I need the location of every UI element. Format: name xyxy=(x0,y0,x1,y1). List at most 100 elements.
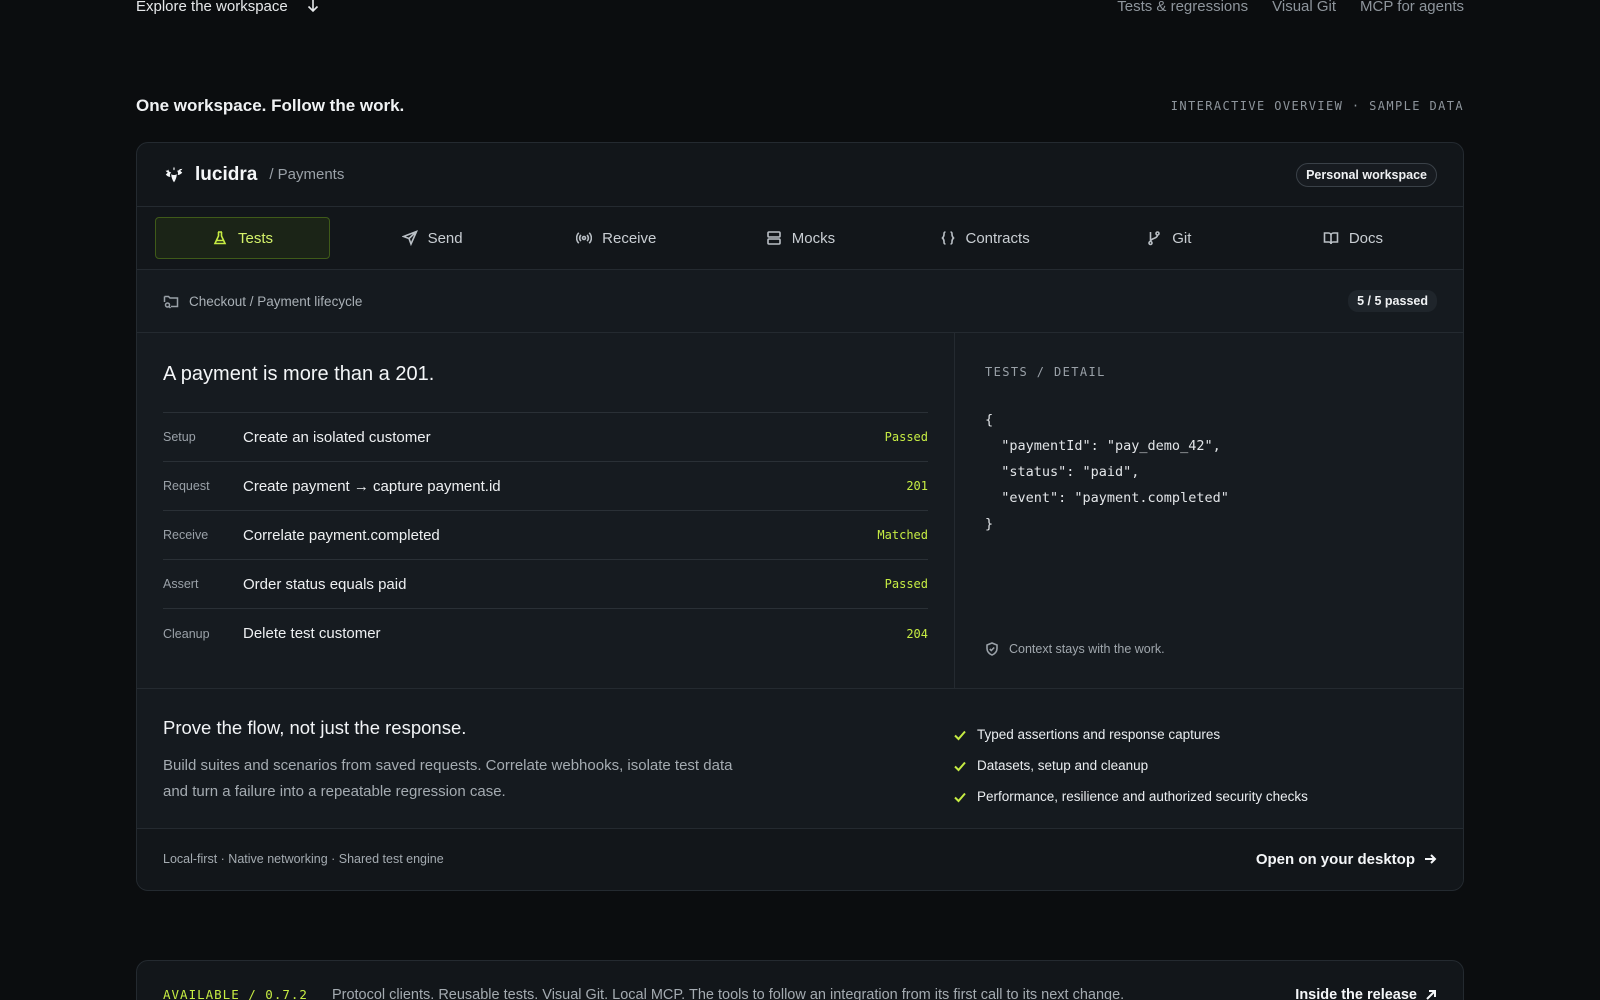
top-nav: Explore the workspace Tests & regression… xyxy=(136,0,1464,18)
section-heading: One workspace. Follow the work. INTERACT… xyxy=(136,96,1464,116)
release-link[interactable]: Inside the release xyxy=(1295,987,1437,1000)
step-text: Create payment → capture payment.id xyxy=(243,477,501,495)
workspace-badge[interactable]: Personal workspace xyxy=(1296,162,1437,187)
tab-git[interactable]: Git xyxy=(1077,217,1261,259)
lucidra-logo-icon xyxy=(165,166,183,182)
step-text: Delete test customer xyxy=(243,625,381,642)
arrow-right-icon xyxy=(1425,854,1437,864)
test-path-label: Checkout / Payment lifecycle xyxy=(189,293,363,309)
check-icon xyxy=(954,761,966,771)
brand-name: lucidra xyxy=(195,163,258,185)
flow-panel: A payment is more than a 201. Setup Crea… xyxy=(137,333,955,688)
release-banner: AVAILABLE / 0.7.2 Protocol clients. Reus… xyxy=(136,960,1464,1000)
step-kind: Setup xyxy=(163,430,196,444)
step-status: Passed xyxy=(884,430,928,444)
tab-receive-label: Receive xyxy=(602,229,657,247)
detail-label: TESTS / DETAIL xyxy=(985,365,1106,379)
tab-send-label: Send xyxy=(427,229,463,247)
step-kind: Cleanup xyxy=(163,626,210,641)
feature-list: Typed assertions and response captures D… xyxy=(953,717,1308,828)
tab-contracts-label: Contracts xyxy=(965,229,1030,247)
detail-panel: TESTS / DETAIL { "paymentId": "pay_demo_… xyxy=(955,333,1463,688)
section-tag: INTERACTIVE OVERVIEW · SAMPLE DATA xyxy=(1170,99,1464,113)
git-branch-icon xyxy=(1148,231,1160,246)
card-header: lucidra / Payments Personal workspace xyxy=(137,143,1463,207)
step-row[interactable]: Cleanup Delete test customer 204 xyxy=(163,609,928,658)
test-path[interactable]: Checkout / Payment lifecycle xyxy=(163,293,362,309)
test-body: A payment is more than a 201. Setup Crea… xyxy=(137,333,1463,689)
release-version: AVAILABLE / 0.7.2 xyxy=(163,987,308,1000)
context-note: Context stays with the work. xyxy=(985,642,1165,656)
tab-docs-label: Docs xyxy=(1348,229,1384,247)
tab-mocks[interactable]: Mocks xyxy=(708,217,892,259)
check-icon xyxy=(954,792,966,802)
step-kind: Assert xyxy=(163,577,199,591)
nav-link-visual-git[interactable]: Visual Git xyxy=(1272,0,1336,15)
prove-section: Prove the flow, not just the response. B… xyxy=(137,689,1463,829)
json-payload: { "paymentId": "pay_demo_42", "status": … xyxy=(985,412,1229,532)
feature-text: Typed assertions and response captures xyxy=(977,727,1221,742)
workspace-card: lucidra / Payments Personal workspace Te… xyxy=(136,142,1464,891)
open-desktop-button[interactable]: Open on your desktop xyxy=(1256,851,1437,868)
feature-text: Performance, resilience and authorized s… xyxy=(977,789,1308,804)
step-row[interactable]: Assert Order status equals paid Passed xyxy=(163,560,928,609)
step-status: Passed xyxy=(884,577,928,591)
feature-item: Performance, resilience and authorized s… xyxy=(953,781,1308,812)
folder-search-icon xyxy=(163,295,179,309)
brand: lucidra / Payments xyxy=(163,164,344,186)
tab-docs[interactable]: Docs xyxy=(1261,217,1445,259)
prove-copy: Prove the flow, not just the response. B… xyxy=(163,717,953,828)
tab-mocks-label: Mocks xyxy=(791,229,836,247)
tab-tests-label: Tests xyxy=(237,229,273,247)
feature-item: Datasets, setup and cleanup xyxy=(953,750,1308,781)
braces-icon xyxy=(940,231,955,245)
step-status: 201 xyxy=(906,479,928,493)
step-row[interactable]: Setup Create an isolated customer Passed xyxy=(163,413,928,462)
nav-link-tests[interactable]: Tests & regressions xyxy=(1117,0,1248,15)
shield-check-icon xyxy=(986,642,998,656)
footer-meta: Local-first · Native networking · Shared… xyxy=(163,852,444,866)
tab-send[interactable]: Send xyxy=(340,217,524,259)
breadcrumb[interactable]: / Payments xyxy=(269,166,344,183)
send-icon xyxy=(401,230,418,246)
release-link-label: Inside the release xyxy=(1295,987,1417,1000)
step-status: 204 xyxy=(906,626,928,641)
flow-title: A payment is more than a 201. xyxy=(163,363,435,385)
tab-bar: Tests Send Receive Mocks Contracts Git D… xyxy=(137,207,1463,270)
step-kind: Receive xyxy=(163,528,209,542)
broadcast-icon xyxy=(576,232,593,244)
step-text: Correlate payment.completed xyxy=(243,526,440,544)
release-description: Protocol clients. Reusable tests. Visual… xyxy=(331,987,1125,1000)
arrow-down-icon xyxy=(307,0,318,13)
tab-receive[interactable]: Receive xyxy=(524,217,708,259)
step-row[interactable]: Request Create payment → capture payment… xyxy=(163,462,928,511)
step-text: Create an isolated customer xyxy=(243,428,431,446)
feature-item: Typed assertions and response captures xyxy=(953,719,1308,750)
prove-title: Prove the flow, not just the response. xyxy=(163,717,467,738)
book-icon xyxy=(1323,232,1339,245)
prove-description: Build suites and scenarios from saved re… xyxy=(163,757,733,800)
section-title: One workspace. Follow the work. xyxy=(136,96,405,115)
nav-link-mcp[interactable]: MCP for agents xyxy=(1360,0,1464,15)
external-arrow-icon xyxy=(1426,990,1436,1000)
explore-label: Explore the workspace xyxy=(136,0,288,15)
feature-text: Datasets, setup and cleanup xyxy=(977,758,1149,773)
nav-links: Tests & regressions Visual Git MCP for a… xyxy=(1117,0,1464,15)
step-kind: Request xyxy=(163,479,210,493)
flask-icon xyxy=(213,231,227,245)
step-list: Setup Create an isolated customer Passed… xyxy=(163,412,928,658)
check-icon xyxy=(954,730,966,740)
context-note-text: Context stays with the work. xyxy=(1009,642,1165,656)
open-desktop-label: Open on your desktop xyxy=(1255,850,1415,868)
explore-workspace-link[interactable]: Explore the workspace xyxy=(136,0,320,15)
card-footer: Local-first · Native networking · Shared… xyxy=(137,829,1463,889)
tab-git-label: Git xyxy=(1172,229,1192,247)
step-status: Matched xyxy=(877,528,928,542)
tab-contracts[interactable]: Contracts xyxy=(893,217,1077,259)
step-text: Order status equals paid xyxy=(243,575,407,593)
tab-tests[interactable]: Tests xyxy=(155,217,330,259)
passed-count-badge: 5 / 5 passed xyxy=(1348,290,1437,312)
path-bar: Checkout / Payment lifecycle 5 / 5 passe… xyxy=(137,270,1463,333)
server-icon xyxy=(766,231,781,245)
step-row[interactable]: Receive Correlate payment.completed Matc… xyxy=(163,511,928,560)
